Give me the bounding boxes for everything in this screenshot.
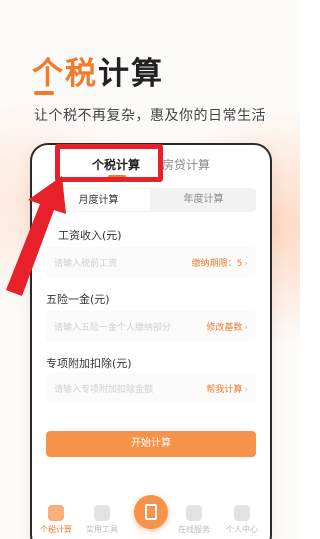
arrow-shape	[6, 176, 66, 296]
pointer-arrow-icon	[6, 176, 66, 296]
